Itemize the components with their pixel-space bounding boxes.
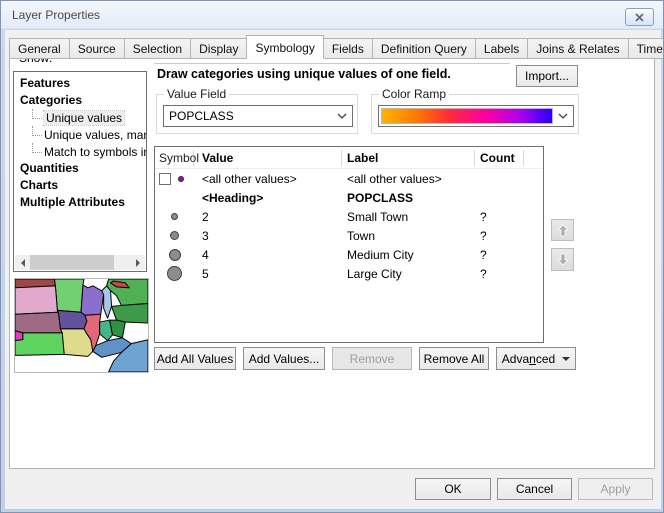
chevron-down-icon xyxy=(332,113,352,119)
symbol-dot[interactable] xyxy=(170,231,179,240)
tab-display[interactable]: Display xyxy=(190,38,247,59)
scrollbar-right-arrow-icon[interactable] xyxy=(130,255,145,270)
tree-item-unique-values[interactable]: Unique values xyxy=(20,109,146,126)
add-all-values-button[interactable]: Add All Values xyxy=(154,347,236,370)
symbol-dot[interactable] xyxy=(169,249,181,261)
table-row[interactable]: 3 Town ? xyxy=(155,226,543,245)
tab-definition-query[interactable]: Definition Query xyxy=(372,38,476,59)
tab-source[interactable]: Source xyxy=(69,38,125,59)
cancel-button[interactable]: Cancel xyxy=(497,478,572,500)
symbol-dot[interactable] xyxy=(171,213,178,220)
advanced-button[interactable]: Advanced xyxy=(496,347,576,370)
color-ramp-label: Color Ramp xyxy=(379,87,449,101)
value-field-group: Value Field POPCLASS xyxy=(156,94,358,134)
remove-button: Remove xyxy=(332,347,412,370)
apply-button: Apply xyxy=(578,478,653,500)
chevron-down-icon xyxy=(553,113,573,119)
dialog-body: General Source Selection Display Symbolo… xyxy=(5,30,661,509)
table-row[interactable]: 4 Medium City ? xyxy=(155,245,543,264)
value-field-dropdown[interactable]: POPCLASS xyxy=(163,105,353,127)
scrollbar-thumb[interactable] xyxy=(30,255,114,270)
close-button[interactable] xyxy=(625,8,654,26)
value-field-label: Value Field xyxy=(164,87,229,101)
import-button[interactable]: Import... xyxy=(516,65,578,87)
tab-labels[interactable]: Labels xyxy=(475,38,528,59)
tab-joins-relates[interactable]: Joins & Relates xyxy=(527,38,628,59)
tree-item-charts[interactable]: Charts xyxy=(20,177,146,194)
categories-table: Symbol Value Label Count <all other valu… xyxy=(154,146,544,343)
color-ramp-dropdown[interactable] xyxy=(378,105,574,127)
tab-fields[interactable]: Fields xyxy=(323,38,373,59)
title-bar[interactable]: Layer Properties xyxy=(1,1,663,30)
header-label: Label xyxy=(342,150,475,166)
value-field-selected: POPCLASS xyxy=(164,109,332,123)
symbol-dot[interactable] xyxy=(167,266,182,281)
remove-all-button[interactable]: Remove All xyxy=(419,347,489,370)
tab-selection[interactable]: Selection xyxy=(124,38,191,59)
close-icon xyxy=(635,13,644,22)
section-divider xyxy=(154,63,510,64)
tree-horizontal-scrollbar[interactable] xyxy=(15,255,145,270)
table-row[interactable]: 5 Large City ? xyxy=(155,264,543,283)
symbology-tab-page: Show: Features Categories Unique values … xyxy=(9,58,655,469)
tree-item-categories[interactable]: Categories xyxy=(20,92,146,109)
color-ramp-group: Color Ramp xyxy=(371,94,579,134)
color-ramp-swatch xyxy=(381,108,553,124)
table-row[interactable]: 2 Small Town ? xyxy=(155,207,543,226)
tree-item-quantities[interactable]: Quantities xyxy=(20,160,146,177)
all-other-values-checkbox[interactable] xyxy=(159,173,171,185)
tree-item-multiple-attributes[interactable]: Multiple Attributes xyxy=(20,194,146,211)
table-row-heading[interactable]: <Heading> POPCLASS xyxy=(155,188,543,207)
table-header: Symbol Value Label Count xyxy=(155,147,543,169)
layer-properties-dialog: Layer Properties General Source Selectio… xyxy=(0,0,664,513)
tree-item-unique-values-many[interactable]: Unique values, many xyxy=(20,126,146,143)
header-symbol: Symbol xyxy=(155,150,194,166)
ok-button[interactable]: OK xyxy=(415,478,491,500)
symbology-map-preview xyxy=(14,278,149,373)
tab-strip: General Source Selection Display Symbolo… xyxy=(9,37,664,59)
show-tree: Features Categories Unique values Unique… xyxy=(13,71,147,272)
add-values-button[interactable]: Add Values... xyxy=(243,347,325,370)
move-up-button[interactable] xyxy=(551,219,574,241)
header-value: Value xyxy=(194,150,342,166)
scrollbar-left-arrow-icon[interactable] xyxy=(15,255,30,270)
method-description: Draw categories using unique values of o… xyxy=(157,67,451,81)
tab-symbology[interactable]: Symbology xyxy=(246,35,323,59)
table-row[interactable]: <all other values> <all other values> xyxy=(155,169,543,188)
dropdown-arrow-icon xyxy=(562,357,570,365)
symbol-dot xyxy=(178,176,184,182)
header-count: Count xyxy=(475,150,524,166)
tab-time[interactable]: Time xyxy=(628,38,664,59)
tree-item-match-symbols[interactable]: Match to symbols in a xyxy=(20,143,146,160)
move-down-button[interactable] xyxy=(551,248,574,271)
tree-item-features[interactable]: Features xyxy=(20,75,146,92)
up-arrow-icon xyxy=(557,224,569,237)
tab-general[interactable]: General xyxy=(9,38,70,59)
window-title: Layer Properties xyxy=(12,8,100,22)
down-arrow-icon xyxy=(557,253,569,266)
